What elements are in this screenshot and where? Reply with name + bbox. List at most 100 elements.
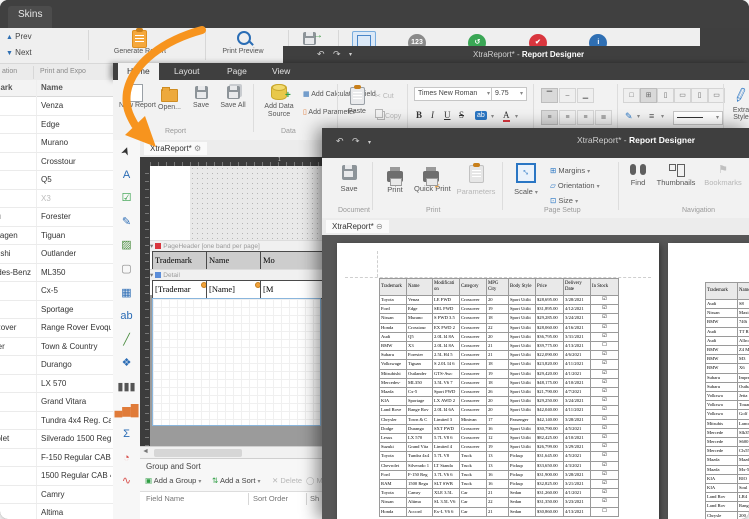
toolbox-item[interactable]: ◔ [113, 447, 140, 471]
save-button[interactable]: Save [334, 163, 364, 193]
toolbox-item[interactable]: ▄▆█ [113, 400, 140, 424]
next-skin-button[interactable]: ▼ Next [6, 48, 32, 57]
open-report-button[interactable]: Open... [153, 86, 186, 111]
font-size-select[interactable]: 9.75▾ [491, 87, 527, 101]
underline-button[interactable]: U [444, 110, 451, 120]
tab-view[interactable]: View [263, 63, 299, 80]
detail-cell-model[interactable]: [M [260, 280, 322, 299]
toolbox-item[interactable]: ➤ [113, 140, 140, 164]
text-center-button[interactable]: ≡ [559, 110, 576, 125]
find-button[interactable]: Find [624, 160, 652, 187]
line-style-dropdown-icon[interactable]: ▾ [661, 113, 664, 120]
sort-order-column-header[interactable]: Sort Order [253, 494, 288, 503]
bold-button[interactable]: B [416, 110, 422, 120]
header-cell-name[interactable]: Name [206, 251, 263, 270]
vertical-ruler[interactable] [140, 166, 150, 446]
paste-button[interactable]: Paste [343, 85, 371, 115]
redo-icon[interactable]: ↷ [333, 49, 341, 60]
grid-row[interactable]: Honda Crosstour [0, 153, 113, 172]
font-family-select[interactable]: Times New Roman▾ [414, 87, 494, 101]
print-button[interactable]: Print [380, 160, 410, 194]
highlight-dropdown-icon[interactable]: ▾ [491, 113, 494, 120]
redo-icon[interactable]: ↷ [352, 136, 360, 147]
header-cell-model[interactable]: Mo [260, 251, 322, 270]
grid-row[interactable]: Audi Q5 [0, 171, 113, 190]
grid-row[interactable]: Toyota Venza [0, 97, 113, 116]
border-top-button[interactable]: ▭ [674, 88, 691, 103]
grid-row[interactable]: Chevrolet Silverado 1500 Regular Ca [0, 430, 113, 449]
toolbox-item[interactable]: ∿ [113, 470, 140, 494]
text-left-button[interactable]: ≡ [541, 110, 558, 125]
design-surface[interactable]: ▾PageHeader [one band per page] Trademar… [150, 166, 322, 446]
add-data-source-button[interactable]: + Add Data Source [259, 84, 299, 119]
border-right-button[interactable]: ▯ [691, 88, 708, 103]
add-group-button[interactable]: ▣ Add a Group ▾ [145, 476, 201, 485]
toolbox-item[interactable]: Σ [113, 423, 140, 447]
prev-skin-button[interactable]: ▲ Prev [6, 32, 32, 41]
orientation-button[interactable]: ▱ Orientation ▾ [550, 181, 600, 190]
save-report-button[interactable]: Save [187, 85, 215, 109]
quick-access-dropdown-icon[interactable]: ▾ [349, 51, 352, 58]
line-style-icon[interactable]: ≡ [649, 111, 654, 121]
toolbox-item[interactable]: A [113, 164, 140, 188]
toolbox-item[interactable]: ▦ [113, 282, 140, 306]
size-button[interactable]: ⊡ Size ▾ [550, 196, 578, 205]
toolbox-item[interactable]: ▮▮▮ [113, 376, 140, 400]
grid-row[interactable]: Chrysler Town & Country [0, 338, 113, 357]
tab-page[interactable]: Page [218, 63, 256, 80]
font-color-button[interactable]: A [503, 110, 510, 122]
text-right-button[interactable]: ≡ [577, 110, 594, 125]
scrollbar-thumb[interactable] [154, 449, 242, 457]
italic-button[interactable]: I [431, 110, 434, 120]
border-color-dropdown-icon[interactable]: ▾ [637, 113, 640, 120]
grid-row[interactable]: Nissan Murano [0, 134, 113, 153]
toolbox-item[interactable]: ☑ [113, 187, 140, 211]
grid-row[interactable]: Dodge Durango [0, 356, 113, 375]
gear-icon[interactable]: ⚙ [194, 144, 201, 153]
grid-row[interactable]: Toyota Camry [0, 486, 113, 505]
grid-row[interactable]: KIA Sportage [0, 301, 113, 320]
grid-row[interactable]: Land Rover Range Rover Evoque [0, 319, 113, 338]
save-all-button[interactable]: Save All [217, 85, 249, 109]
preview-document-tab[interactable]: XtraReport* ⊖ [326, 220, 389, 233]
scale-button[interactable]: ↔ Scale ▾ [510, 163, 542, 196]
grid-row[interactable]: Lexus LX 570 [0, 375, 113, 394]
grid-row[interactable]: Toyota Tundra 4x4 Reg. Cab [0, 412, 113, 431]
thumbnails-button[interactable]: Thumbnails [654, 160, 698, 187]
tab-layout[interactable]: Layout [165, 63, 209, 80]
close-tab-icon[interactable]: ⊖ [376, 222, 383, 231]
grid-row[interactable]: Volkswagen Tiguan [0, 227, 113, 246]
grid-row[interactable]: Mazda Cx-5 [0, 282, 113, 301]
designer-document-tab[interactable]: XtraReport* ⚙ [144, 142, 207, 155]
border-all-button[interactable]: ⊞ [640, 88, 657, 103]
show-column-header[interactable]: Sh [310, 494, 319, 503]
delete-button[interactable]: ✕ Delete [272, 476, 302, 485]
band-empty-area[interactable] [152, 298, 321, 426]
grid-row[interactable]: Mercedes-Benz ML350 [0, 264, 113, 283]
copy-button[interactable]: Copy [375, 109, 401, 120]
text-justify-button[interactable]: ≣ [595, 110, 612, 125]
add-sort-button[interactable]: ⇅ Add a Sort ▾ [212, 476, 261, 485]
print-preview-button[interactable]: Print Preview [215, 30, 275, 62]
toolbox-item[interactable]: ▨ [113, 234, 140, 258]
toolbox-item[interactable]: ❖ [113, 352, 140, 376]
strikethrough-button[interactable]: S [459, 110, 464, 120]
margins-button[interactable]: ⊞ Margins ▾ [550, 166, 590, 175]
detail-cell-name[interactable]: [Name] [206, 280, 263, 299]
tab-home[interactable]: Home [118, 63, 159, 80]
new-report-button[interactable]: New Report [119, 84, 152, 109]
align-bottom-button[interactable]: ▁ [577, 88, 594, 103]
undo-icon[interactable]: ↶ [336, 136, 344, 147]
extract-style-button[interactable]: 🖉 ExtraStyle [729, 86, 749, 121]
bookmarks-button[interactable]: ⚑ Bookmarks [700, 160, 746, 187]
field-name-column-header[interactable]: Field Name [146, 494, 184, 503]
generate-report-button[interactable]: Generate Report [100, 30, 190, 62]
highlight-color-button[interactable]: ab [475, 111, 487, 120]
align-top-button[interactable]: ▔ [541, 88, 558, 103]
grid-row[interactable]: BMW X3 [0, 190, 113, 209]
horizontal-ruler[interactable]: 1 [150, 157, 322, 166]
font-color-dropdown-icon[interactable]: ▾ [515, 113, 518, 120]
grid-row[interactable]: Suzuki Grand Vitara [0, 393, 113, 412]
grid-row[interactable]: Nissan Altima [0, 504, 113, 519]
parameters-button[interactable]: Parameters [452, 163, 500, 196]
